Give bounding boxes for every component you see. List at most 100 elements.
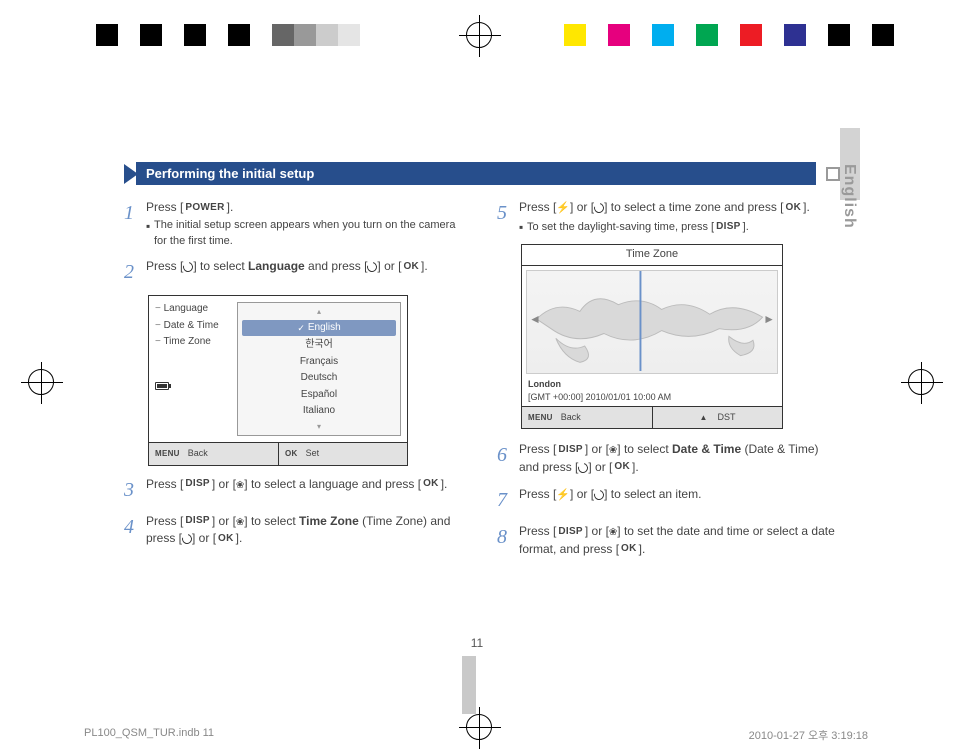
left-column: 1 Press [POWER]. ▪The initial setup scre… [124,199,467,568]
world-map: ◄ ► [526,270,778,374]
menu-item: Language [155,302,233,317]
bullet-icon: ▪ [146,218,154,250]
ok-icon: OK [401,259,421,276]
disp-icon: DISP [183,476,212,493]
t: ] or [ [212,514,236,528]
language-option: Français [240,354,398,371]
t: ]. [803,200,810,214]
step-number: 2 [124,258,146,287]
scroll-up-icon: ▴ [240,305,398,319]
t: Press [ [146,477,183,491]
sub-text: The initial setup screen appears when yo… [154,218,467,250]
step-number: 1 [124,199,146,250]
t: ] or [ [570,200,594,214]
battery-icon [155,382,169,390]
t: ]. [639,542,646,556]
menu-icon: MENU [153,447,182,461]
registration-cross-right [908,369,934,395]
language-option-selected: ✓English [242,320,396,337]
ok-icon: OK [784,200,804,217]
step-5: 5 Press [] or [] to select a time zone a… [497,199,840,236]
t: ] or [ [585,524,609,538]
step-number: 5 [497,199,519,236]
language-option: Deutsch [240,370,398,387]
tz-gmt: [GMT +00:00] 2010/01/01 10:00 AM [528,391,776,404]
t: ] or [ [377,259,401,273]
language-option: Español [240,387,398,404]
t: Press [ [519,524,556,538]
ok-icon: OK [216,531,236,548]
t: ] or [ [212,477,236,491]
t: ]. [441,477,448,491]
t: ] or [ [588,460,612,474]
t: ] to select an item. [604,487,701,501]
footer-back: MENU Back [522,407,652,428]
t: ] or [ [192,531,216,545]
bold: Time Zone [299,514,359,528]
bullet-icon: ▪ [519,219,527,236]
disp-icon: DISP [556,524,585,541]
flash-icon [556,200,570,214]
t: ] or [ [570,487,594,501]
step-number: 8 [497,523,519,560]
step-number: 7 [497,486,519,515]
t: Press [ [519,200,556,214]
step-number: 6 [497,441,519,478]
tz-city: London [528,378,776,391]
t: Press [ [146,259,183,273]
header-end-marker [826,167,840,181]
t: ]. [236,531,243,545]
ok-icon: OK [421,476,441,493]
menu-item: Date & Time [155,319,233,334]
sub-text: To set the daylight-saving time, press [… [527,219,840,236]
step-1: 1 Press [POWER]. ▪The initial setup scre… [124,199,467,250]
language-option: Italiano [240,403,398,420]
footer-date: 2010-01-27 오후 3:19:18 [749,727,868,743]
right-column: 5 Press [] or [] to select a time zone a… [497,199,840,568]
step-3: 3 Press [DISP] or [ ] to select a languag… [124,476,467,505]
registration-cross-left [28,369,54,395]
disp-icon: DISP [556,442,585,459]
t: ] to select [193,259,248,273]
language-option: 한국어 [240,337,398,354]
t: Press [ [519,487,556,501]
ok-icon: OK [283,447,300,461]
footer-set: OK Set [278,443,407,464]
color-registration-left [96,24,360,46]
t: Press [ [146,514,183,528]
step-8: 8 Press [DISP] or [] to set the date and… [497,523,840,560]
section-header: Performing the initial setup [124,162,840,185]
ok-icon: OK [619,541,639,558]
page-number-bar [462,656,476,714]
flash-icon [556,487,570,501]
footer-dst: ▲ DST [652,407,782,428]
step-6: 6 Press [DISP] or [ ] to select Date & Ti… [497,441,840,478]
t: ] to select a language and press [ [244,477,421,491]
registration-cross-top [466,22,492,48]
t: ] to select [244,514,299,528]
menu-item: Time Zone [155,335,233,350]
disp-icon: DISP [714,219,743,236]
scroll-down-icon: ▾ [240,420,398,434]
section-title: Performing the initial setup [136,162,816,185]
ok-icon: OK [612,459,632,476]
step-number: 4 [124,513,146,550]
page-number: 11 [0,636,954,650]
t: ] to select [617,442,672,456]
step-2: 2 Press [] to select Language and press … [124,258,467,287]
footer-back: MENU Back [149,443,278,464]
bold: Language [248,259,305,273]
t: Press [ [146,200,183,214]
step-4: 4 Press [DISP] or [] to select Time Zone… [124,513,467,550]
tz-title: Time Zone [522,245,782,266]
language-list: ▴ ✓English 한국어 Français Deutsch Español … [237,302,401,436]
step-number: 3 [124,476,146,505]
timezone-screenshot: Time Zone ◄ ► London [GMT +00:00] 2010/0… [521,244,783,429]
bold: Date & Time [672,442,741,456]
menu-icon: MENU [526,411,555,425]
t: ] or [ [585,442,609,456]
t: Press [ [519,442,556,456]
color-registration-right [564,24,894,46]
side-language-label: English [840,164,858,229]
document-footer: PL100_QSM_TUR.indb 11 2010-01-27 오후 3:19… [84,727,868,743]
